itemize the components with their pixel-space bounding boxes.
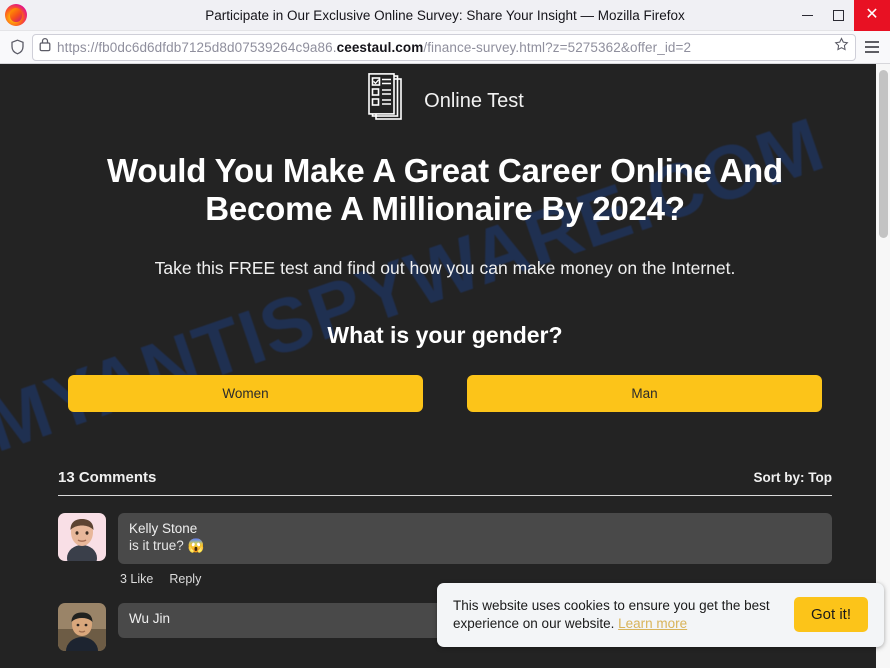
cookie-learn-more-link[interactable]: Learn more bbox=[618, 616, 687, 631]
comments-sort-control[interactable]: Sort by: Top bbox=[754, 470, 833, 485]
lock-icon bbox=[39, 37, 51, 57]
choice-man-button[interactable]: Man bbox=[467, 374, 822, 412]
cookie-message: This website uses cookies to ensure you … bbox=[453, 597, 780, 633]
close-icon: ✕ bbox=[865, 6, 879, 23]
shield-icon[interactable] bbox=[4, 34, 30, 60]
navigation-toolbar: https://fb0dc6d6dfdb7125d8d07539264c9a86… bbox=[0, 31, 890, 64]
window-controls: ✕ bbox=[792, 0, 890, 31]
window-title: Participate in Our Exclusive Online Surv… bbox=[205, 7, 685, 23]
checklist-document-icon bbox=[366, 72, 408, 130]
url-bar[interactable]: https://fb0dc6d6dfdb7125d8d07539264c9a86… bbox=[32, 33, 856, 61]
close-button[interactable]: ✕ bbox=[854, 0, 890, 31]
page-scrollbar[interactable] bbox=[876, 64, 890, 668]
comment-body: Kelly Stone is it true? 😱 3 Like Reply bbox=[118, 512, 832, 586]
comments-header: 13 Comments Sort by: Top bbox=[58, 469, 832, 496]
comment-text: is it true? 😱 bbox=[129, 537, 205, 553]
page-scrollbar-thumb[interactable] bbox=[879, 70, 888, 238]
titlebar: Participate in Our Exclusive Online Surv… bbox=[0, 0, 890, 31]
minimize-icon bbox=[802, 14, 813, 16]
page-headline: Would You Make A Great Career Online And… bbox=[107, 152, 783, 227]
browser-window: Participate in Our Exclusive Online Surv… bbox=[0, 0, 890, 669]
comment-item: Kelly Stone is it true? 😱 3 Like Reply bbox=[58, 512, 832, 586]
cookie-banner: This website uses cookies to ensure you … bbox=[437, 582, 884, 647]
minimize-button[interactable] bbox=[792, 0, 823, 31]
site-brand: Online Test bbox=[50, 64, 840, 126]
comment-like-button[interactable]: 3 Like bbox=[120, 572, 153, 586]
firefox-logo-icon bbox=[5, 4, 27, 26]
survey-question: What is your gender? bbox=[327, 321, 563, 348]
maximize-button[interactable] bbox=[823, 0, 854, 31]
url-path: /finance-survey.html?z=5275362&offer_id=… bbox=[423, 39, 692, 55]
comment-bubble: Kelly Stone is it true? 😱 bbox=[118, 512, 832, 564]
bookmark-star-icon[interactable] bbox=[834, 37, 849, 57]
comments-count: 13 Comments bbox=[58, 468, 157, 486]
url-prefix: https://fb0dc6d6dfdb7125d8d07539264c9a86… bbox=[57, 39, 337, 55]
choice-women-button[interactable]: Women bbox=[68, 374, 423, 412]
comment-reply-button[interactable]: Reply bbox=[169, 572, 201, 586]
page-content: Online Test Would You Make A Great Caree… bbox=[50, 64, 840, 651]
url-host: ceestaul.com bbox=[336, 39, 424, 55]
hamburger-menu-icon[interactable] bbox=[858, 34, 886, 61]
page-viewport: MYANTISPYWARE.COM Online Test Would You … bbox=[0, 64, 890, 668]
survey-choices: Women Man bbox=[50, 374, 840, 412]
avatar bbox=[58, 512, 106, 561]
url-text[interactable]: https://fb0dc6d6dfdb7125d8d07539264c9a86… bbox=[57, 40, 828, 55]
page-subheadline: Take this FREE test and find out how you… bbox=[154, 257, 736, 278]
brand-name: Online Test bbox=[424, 89, 524, 112]
cookie-accept-button[interactable]: Got it! bbox=[793, 597, 868, 633]
maximize-icon bbox=[833, 9, 844, 21]
cookie-message-text: This website uses cookies to ensure you … bbox=[453, 597, 770, 631]
avatar bbox=[58, 602, 106, 651]
comment-author: Kelly Stone bbox=[129, 520, 198, 536]
